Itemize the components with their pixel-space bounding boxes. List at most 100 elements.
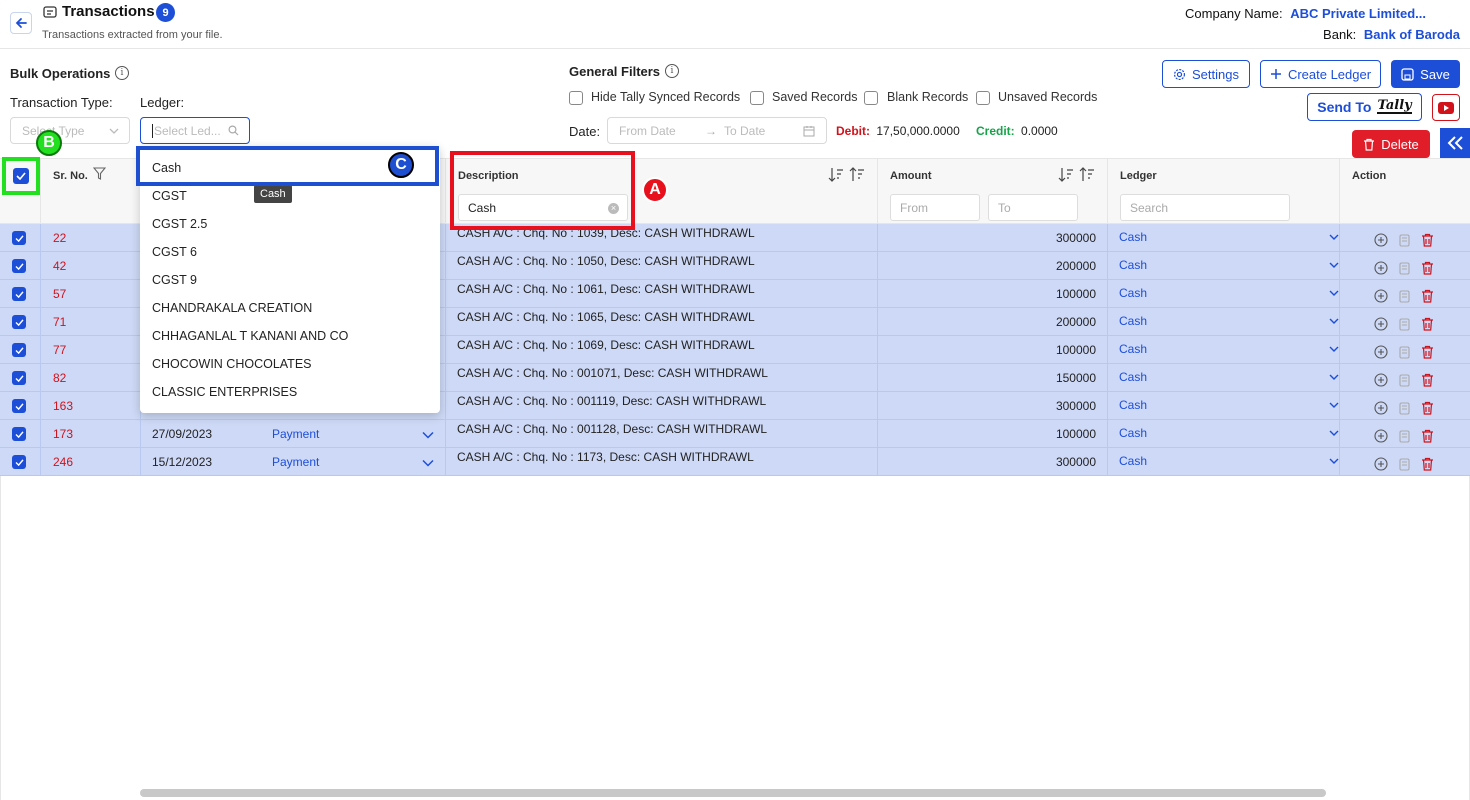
- row-ledger[interactable]: Cash: [1119, 286, 1147, 300]
- transaction-type-select[interactable]: Select Type: [10, 117, 130, 144]
- add-circle-icon[interactable]: [1374, 317, 1388, 331]
- delete-button[interactable]: Delete: [1352, 130, 1430, 158]
- chevron-down-icon[interactable]: [1329, 430, 1339, 437]
- filter-icon[interactable]: [93, 167, 106, 180]
- copy-icon[interactable]: [1397, 373, 1411, 387]
- chevron-down-icon[interactable]: [1329, 290, 1339, 297]
- hide-tally-synced-checkbox[interactable]: [569, 91, 583, 105]
- copy-icon[interactable]: [1397, 317, 1411, 331]
- ledger-search-input[interactable]: Search: [1120, 194, 1290, 221]
- copy-icon[interactable]: [1397, 457, 1411, 471]
- info-icon[interactable]: i: [115, 66, 129, 80]
- dropdown-option[interactable]: CGST 2.5: [152, 217, 207, 231]
- company-value[interactable]: ABC Private Limited...: [1290, 6, 1426, 21]
- settings-button[interactable]: Settings: [1162, 60, 1250, 88]
- chevron-down-icon[interactable]: [1329, 262, 1339, 269]
- copy-icon[interactable]: [1397, 401, 1411, 415]
- row-date[interactable]: 15/12/2023: [152, 455, 212, 469]
- copy-icon[interactable]: [1397, 261, 1411, 275]
- row-checkbox[interactable]: [12, 287, 26, 301]
- row-ledger[interactable]: Cash: [1119, 426, 1147, 440]
- save-button[interactable]: Save: [1391, 60, 1460, 88]
- row-ledger[interactable]: Cash: [1119, 314, 1147, 328]
- trash-icon[interactable]: [1421, 289, 1434, 303]
- collapse-panel-button[interactable]: [1440, 128, 1470, 158]
- chevron-down-icon[interactable]: [422, 431, 434, 439]
- add-circle-icon[interactable]: [1374, 345, 1388, 359]
- add-circle-icon[interactable]: [1374, 429, 1388, 443]
- trash-icon[interactable]: [1421, 401, 1434, 415]
- table-row[interactable]: 173 27/09/2023 Payment CASH A/C : Chq. N…: [0, 420, 1470, 448]
- row-checkbox[interactable]: [12, 315, 26, 329]
- chevron-down-icon[interactable]: [1329, 402, 1339, 409]
- row-ledger[interactable]: Cash: [1119, 370, 1147, 384]
- trash-icon[interactable]: [1421, 429, 1434, 443]
- row-ledger[interactable]: Cash: [1119, 230, 1147, 244]
- chevron-down-icon[interactable]: [1329, 374, 1339, 381]
- from-date-input[interactable]: From Date: [619, 124, 676, 138]
- trash-icon[interactable]: [1421, 373, 1434, 387]
- dropdown-option[interactable]: CHHAGANLAL T KANANI AND CO: [152, 329, 348, 343]
- trash-icon[interactable]: [1421, 345, 1434, 359]
- chevron-down-icon[interactable]: [1329, 346, 1339, 353]
- saved-records-checkbox[interactable]: [750, 91, 764, 105]
- row-checkbox[interactable]: [12, 343, 26, 357]
- info-icon[interactable]: i: [665, 64, 679, 78]
- copy-icon[interactable]: [1397, 429, 1411, 443]
- add-circle-icon[interactable]: [1374, 289, 1388, 303]
- chevron-down-icon[interactable]: [422, 459, 434, 467]
- to-date-input[interactable]: To Date: [724, 124, 765, 138]
- row-date[interactable]: 27/09/2023: [152, 427, 212, 441]
- horizontal-scrollbar[interactable]: [140, 789, 1326, 797]
- row-sr-no: 57: [53, 287, 67, 301]
- dropdown-option[interactable]: CLASSIC ENTERPRISES: [152, 385, 297, 399]
- row-checkbox[interactable]: [12, 427, 26, 441]
- bank-value[interactable]: Bank of Baroda: [1364, 27, 1460, 42]
- add-circle-icon[interactable]: [1374, 373, 1388, 387]
- sort-icon[interactable]: [1058, 167, 1094, 183]
- row-ledger[interactable]: Cash: [1119, 398, 1147, 412]
- dropdown-option[interactable]: CHANDRAKALA CREATION: [152, 301, 312, 315]
- row-checkbox[interactable]: [12, 259, 26, 273]
- dropdown-option[interactable]: CHOCOWIN CHOCOLATES: [152, 357, 312, 371]
- chevron-down-icon[interactable]: [1329, 458, 1339, 465]
- amount-from-input[interactable]: From: [890, 194, 980, 221]
- add-circle-icon[interactable]: [1374, 261, 1388, 275]
- row-checkbox[interactable]: [12, 231, 26, 245]
- sort-icon[interactable]: [828, 167, 864, 183]
- row-checkbox[interactable]: [12, 371, 26, 385]
- row-type[interactable]: Payment: [272, 455, 319, 469]
- date-range-picker[interactable]: From Date → To Date: [607, 117, 827, 144]
- row-ledger[interactable]: Cash: [1119, 258, 1147, 272]
- copy-icon[interactable]: [1397, 289, 1411, 303]
- row-sr-no: 71: [53, 315, 67, 329]
- row-ledger[interactable]: Cash: [1119, 454, 1147, 468]
- copy-icon[interactable]: [1397, 233, 1411, 247]
- add-circle-icon[interactable]: [1374, 457, 1388, 471]
- add-circle-icon[interactable]: [1374, 233, 1388, 247]
- trash-icon[interactable]: [1421, 457, 1434, 471]
- trash-icon[interactable]: [1421, 317, 1434, 331]
- trash-icon[interactable]: [1421, 233, 1434, 247]
- table-row[interactable]: 246 15/12/2023 Payment CASH A/C : Chq. N…: [0, 448, 1470, 476]
- row-checkbox[interactable]: [12, 399, 26, 413]
- create-ledger-button[interactable]: Create Ledger: [1260, 60, 1381, 88]
- amount-to-input[interactable]: To: [988, 194, 1078, 221]
- add-circle-icon[interactable]: [1374, 401, 1388, 415]
- row-type[interactable]: Payment: [272, 427, 319, 441]
- unsaved-records-checkbox[interactable]: [976, 91, 990, 105]
- dropdown-option[interactable]: CGST 9: [152, 273, 197, 287]
- send-to-tally-button[interactable]: Send To Tally: [1307, 93, 1422, 121]
- row-checkbox[interactable]: [12, 455, 26, 469]
- dropdown-option[interactable]: CGST 6: [152, 245, 197, 259]
- row-ledger[interactable]: Cash: [1119, 342, 1147, 356]
- copy-icon[interactable]: [1397, 345, 1411, 359]
- youtube-button[interactable]: [1432, 94, 1460, 121]
- dropdown-option[interactable]: CGST: [152, 189, 187, 203]
- back-button[interactable]: [10, 12, 32, 34]
- blank-records-checkbox[interactable]: [864, 91, 878, 105]
- trash-icon[interactable]: [1421, 261, 1434, 275]
- ledger-select[interactable]: Select Led...: [140, 117, 250, 144]
- chevron-down-icon[interactable]: [1329, 318, 1339, 325]
- chevron-down-icon[interactable]: [1329, 234, 1339, 241]
